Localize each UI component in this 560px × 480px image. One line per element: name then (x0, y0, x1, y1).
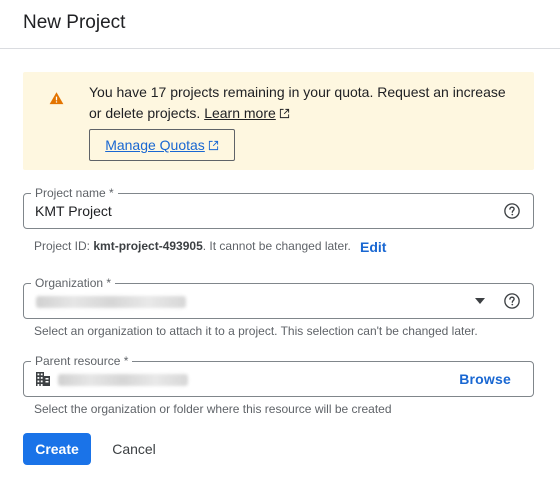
project-id-prefix: Project ID: (34, 239, 94, 253)
help-icon[interactable] (503, 292, 521, 310)
open-in-new-icon (208, 140, 218, 150)
open-in-new-icon (279, 108, 289, 119)
project-id-value: kmt-project-493905 (93, 239, 203, 253)
project-id-suffix: . It cannot be changed later. (202, 239, 351, 253)
organization-select[interactable]: Organization * (23, 275, 534, 319)
redacted-parent-resource-value (58, 374, 188, 386)
organization-label: Organization * (31, 275, 116, 291)
help-icon[interactable] (503, 202, 521, 220)
arrow-drop-down-icon[interactable] (475, 298, 485, 304)
browse-button[interactable]: Browse (459, 371, 511, 387)
parent-resource-label: Parent resource * (31, 353, 133, 369)
quota-warning-banner: You have 17 projects remaining in your q… (23, 72, 534, 170)
edit-project-id-button[interactable]: Edit (360, 239, 386, 255)
project-name-label: Project name * (31, 185, 118, 201)
manage-quotas-button[interactable]: Manage Quotas (89, 129, 235, 161)
warning-icon (49, 92, 64, 105)
project-id-text: Project ID: kmt-project-493905. It canno… (34, 239, 351, 253)
quota-message: You have 17 projects remaining in your q… (89, 84, 506, 121)
create-button[interactable]: Create (23, 433, 91, 465)
cancel-button[interactable]: Cancel (100, 433, 168, 465)
dialog-title: New Project (23, 12, 126, 33)
project-name-value: KMT Project (35, 203, 112, 219)
building-icon (36, 372, 50, 386)
quota-message-block: You have 17 projects remaining in your q… (89, 82, 519, 124)
parent-resource-help-text: Select the organization or folder where … (34, 402, 392, 416)
title-divider (0, 48, 560, 49)
project-name-field[interactable]: Project name * KMT Project (23, 185, 534, 229)
learn-more-link[interactable]: Learn more (204, 105, 276, 121)
manage-quotas-label: Manage Quotas (105, 137, 205, 153)
parent-resource-field[interactable]: Parent resource * Browse (23, 353, 534, 397)
learn-more-label: Learn more (204, 105, 276, 121)
redacted-organization-value (36, 296, 186, 308)
organization-help-text: Select an organization to attach it to a… (34, 324, 478, 338)
